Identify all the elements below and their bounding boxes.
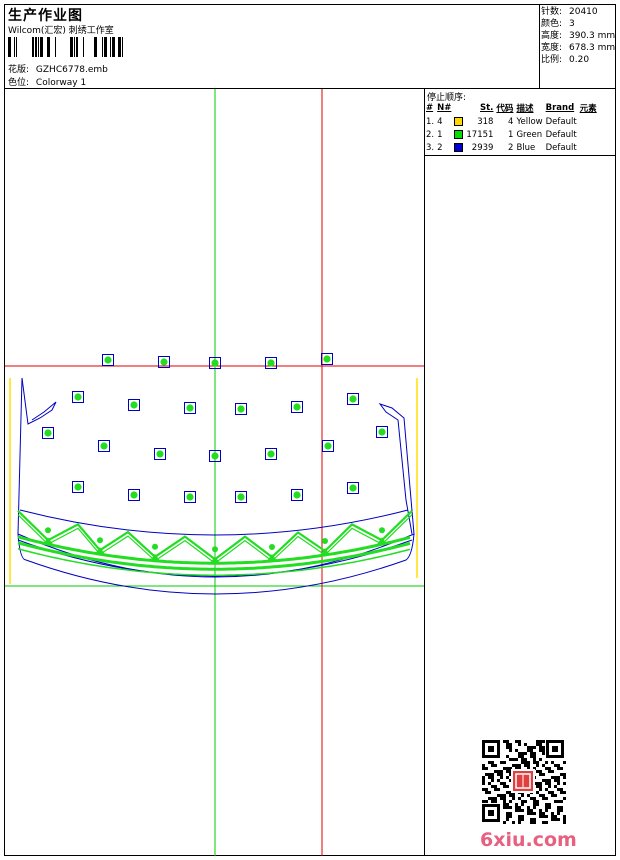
motif-element (291, 489, 303, 501)
motif-element (235, 491, 247, 503)
border-motif (322, 538, 328, 544)
seal-stamp-icon (511, 769, 535, 793)
border-motif (97, 537, 103, 544)
motif-element (154, 448, 166, 460)
motif-element (184, 491, 196, 503)
motif-element (184, 402, 196, 414)
qr-code-icon (480, 738, 566, 824)
border-motif (379, 527, 385, 534)
watermark-logo: 6xiu.com (480, 829, 577, 851)
motif-element (321, 353, 333, 365)
border-motif (269, 544, 275, 550)
motif-element (347, 482, 359, 494)
motif-element (291, 401, 303, 413)
motif-element (72, 481, 84, 493)
motif-element (102, 354, 114, 366)
border-motif (45, 527, 51, 534)
motif-element (265, 357, 277, 369)
motif-element (322, 440, 334, 452)
motif-element (42, 427, 54, 439)
motif-element (128, 489, 140, 501)
motif-element (376, 426, 388, 438)
design-canvas[interactable] (0, 0, 620, 860)
motif-element (347, 393, 359, 405)
border-motif (152, 543, 158, 550)
border-motif (212, 546, 218, 553)
motif-element (72, 391, 84, 403)
motif-element (128, 399, 140, 411)
motif-element (98, 440, 110, 452)
motif-element (265, 448, 277, 460)
motif-element (235, 403, 247, 415)
